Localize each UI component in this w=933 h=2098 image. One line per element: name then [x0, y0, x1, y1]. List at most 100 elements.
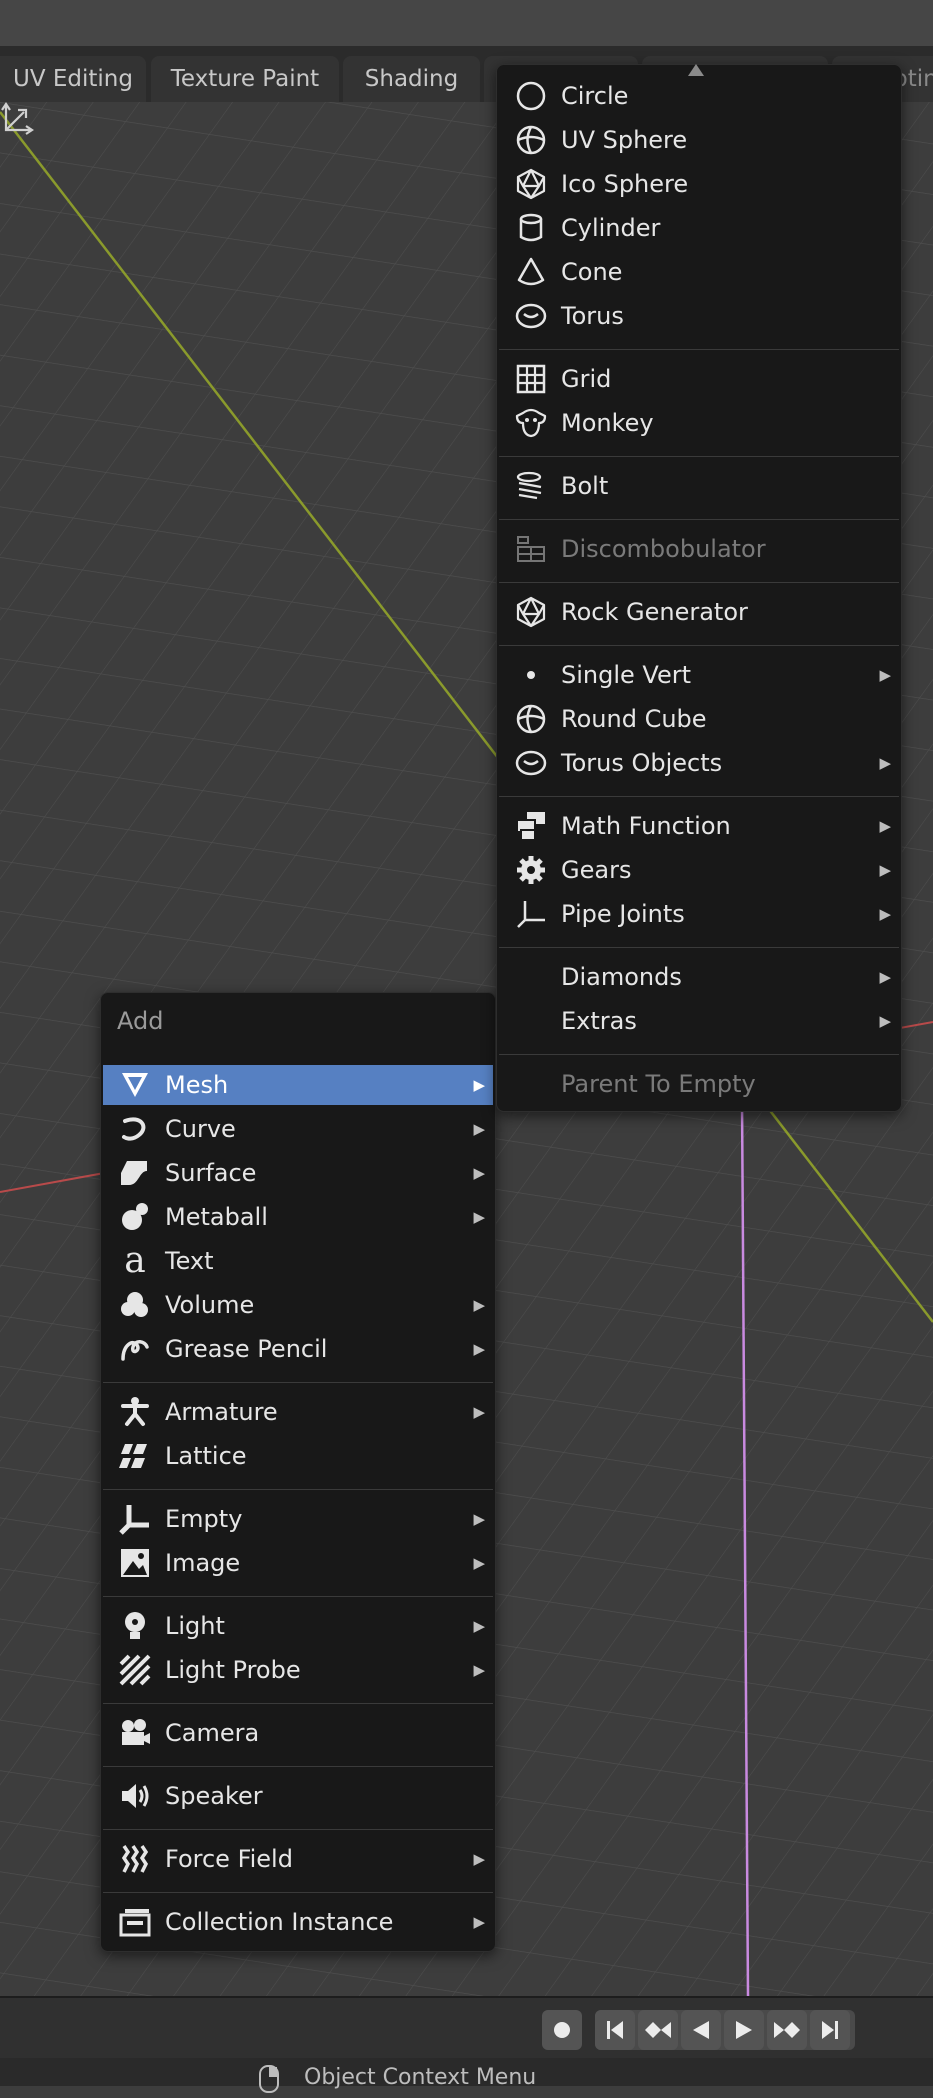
transform-gizmo-icon[interactable] — [0, 102, 34, 136]
submenu-arrow-icon: ▶ — [473, 1850, 485, 1868]
submenu-arrow-icon: ▶ — [473, 1076, 485, 1094]
menu-item-grease-pencil[interactable]: Grease Pencil ▶ — [103, 1329, 493, 1369]
menu-item-camera[interactable]: Camera — [103, 1713, 493, 1753]
submenu-arrow-icon: ▶ — [473, 1661, 485, 1679]
jump-end-button[interactable] — [810, 2010, 850, 2050]
monkey-icon — [511, 403, 551, 443]
submenu-arrow-icon: ▶ — [879, 968, 891, 986]
menu-item-label: Ico Sphere — [561, 170, 689, 198]
cylinder-icon — [511, 208, 551, 248]
play-icon — [736, 2021, 752, 2039]
submenu-arrow-icon: ▶ — [473, 1554, 485, 1572]
menu-item-label: Volume — [165, 1291, 255, 1319]
menu-item-label: UV Sphere — [561, 126, 688, 154]
bolt-icon — [511, 466, 551, 506]
menu-item-label: Lattice — [165, 1442, 247, 1470]
circle-icon — [511, 76, 551, 116]
scroll-up-arrow-icon[interactable] — [688, 64, 704, 76]
menu-item-surface[interactable]: Surface ▶ — [103, 1153, 493, 1193]
menu-item-collection-instance[interactable]: Collection Instance ▶ — [103, 1902, 493, 1942]
menu-item-label: Image — [165, 1549, 241, 1577]
menu-item-pipe-joints[interactable]: Pipe Joints ▶ — [499, 894, 899, 934]
menu-item-text[interactable]: a Text — [103, 1241, 493, 1281]
menu-item-speaker[interactable]: Speaker — [103, 1776, 493, 1816]
tab-shading[interactable]: Shading — [343, 56, 480, 102]
menu-item-curve[interactable]: Curve ▶ — [103, 1109, 493, 1149]
menu-item-label: Grid — [561, 365, 612, 393]
menu-item-single-vert[interactable]: Single Vert ▶ — [499, 655, 899, 695]
prev-keyframe-button[interactable] — [638, 2010, 678, 2050]
menu-item-image[interactable]: Image ▶ — [103, 1543, 493, 1583]
menu-item-label: Force Field — [165, 1845, 293, 1873]
menu-item-label: Collection Instance — [165, 1908, 394, 1936]
surface-icon — [115, 1153, 155, 1193]
play-reverse-button[interactable] — [681, 2010, 721, 2050]
menu-item-torus-objects[interactable]: Torus Objects ▶ — [499, 743, 899, 783]
menu-item-circle[interactable]: Circle — [499, 76, 899, 116]
menu-item-label: Armature — [165, 1398, 278, 1426]
lattice-icon — [115, 1436, 155, 1476]
submenu-arrow-icon: ▶ — [879, 1012, 891, 1030]
menu-item-label: Light Probe — [165, 1656, 301, 1684]
menu-item-label: Circle — [561, 82, 629, 110]
pipe-joints-icon — [511, 894, 551, 934]
mesh-icon — [115, 1065, 155, 1105]
jump-start-icon — [607, 2021, 623, 2039]
menu-item-lattice[interactable]: Lattice — [103, 1436, 493, 1476]
menu-separator — [499, 349, 899, 350]
menu-item-label: Text — [165, 1247, 214, 1275]
menu-item-uv-sphere[interactable]: UV Sphere — [499, 120, 899, 160]
menu-separator — [103, 1766, 493, 1767]
menu-item-torus[interactable]: Torus — [499, 296, 899, 336]
mesh-submenu: Circle UV Sphere Ico Sphere Cylinder Con… — [496, 64, 902, 1112]
menu-item-ico-sphere[interactable]: Ico Sphere — [499, 164, 899, 204]
record-button[interactable] — [542, 2010, 582, 2050]
menu-item-math-function[interactable]: Math Function ▶ — [499, 806, 899, 846]
menu-item-grid[interactable]: Grid — [499, 359, 899, 399]
menu-item-label: Rock Generator — [561, 598, 748, 626]
menu-item-label: Torus — [561, 302, 624, 330]
menu-separator — [499, 1054, 899, 1055]
menu-item-label: Curve — [165, 1115, 236, 1143]
next-keyframe-button[interactable] — [767, 2010, 807, 2050]
light-icon — [115, 1606, 155, 1646]
play-button[interactable] — [724, 2010, 764, 2050]
menu-item-force-field[interactable]: Force Field ▶ — [103, 1839, 493, 1879]
menu-item-light[interactable]: Light ▶ — [103, 1606, 493, 1646]
menu-item-light-probe[interactable]: Light Probe ▶ — [103, 1650, 493, 1690]
menu-item-gears[interactable]: Gears ▶ — [499, 850, 899, 890]
menu-item-extras[interactable]: Extras ▶ — [499, 1001, 899, 1041]
math-function-icon — [511, 806, 551, 846]
menu-item-volume[interactable]: Volume ▶ — [103, 1285, 493, 1325]
vertex-dot-icon — [511, 655, 551, 695]
menu-item-discombobulator[interactable]: Discombobulator — [499, 529, 899, 569]
uv-sphere-icon — [511, 120, 551, 160]
menu-item-rock-generator[interactable]: Rock Generator — [499, 592, 899, 632]
submenu-arrow-icon: ▶ — [473, 1120, 485, 1138]
submenu-arrow-icon: ▶ — [473, 1296, 485, 1314]
menu-item-monkey[interactable]: Monkey — [499, 403, 899, 443]
menu-separator — [103, 1489, 493, 1490]
tab-texture-paint[interactable]: Texture Paint — [151, 56, 339, 102]
jump-start-button[interactable] — [595, 2010, 635, 2050]
menu-separator — [499, 456, 899, 457]
submenu-arrow-icon: ▶ — [473, 1340, 485, 1358]
torus-icon — [511, 296, 551, 336]
discombobulator-icon — [511, 529, 551, 569]
menu-item-cone[interactable]: Cone — [499, 252, 899, 292]
menu-item-empty[interactable]: Empty ▶ — [103, 1499, 493, 1539]
tab-uv-editing[interactable]: UV Editing — [0, 56, 146, 102]
menu-item-cylinder[interactable]: Cylinder — [499, 208, 899, 248]
menu-item-bolt[interactable]: Bolt — [499, 466, 899, 506]
menu-item-round-cube[interactable]: Round Cube — [499, 699, 899, 739]
timeline-bar — [0, 1996, 933, 2060]
speaker-icon — [115, 1776, 155, 1816]
menu-item-mesh[interactable]: Mesh ▶ — [103, 1065, 493, 1105]
curve-icon — [115, 1109, 155, 1149]
menu-item-parent-to-empty[interactable]: Parent To Empty — [499, 1064, 899, 1104]
menu-item-label: Bolt — [561, 472, 609, 500]
menu-item-diamonds[interactable]: Diamonds ▶ — [499, 957, 899, 997]
menu-item-armature[interactable]: Armature ▶ — [103, 1392, 493, 1432]
grid-icon — [511, 359, 551, 399]
menu-item-metaball[interactable]: Metaball ▶ — [103, 1197, 493, 1237]
